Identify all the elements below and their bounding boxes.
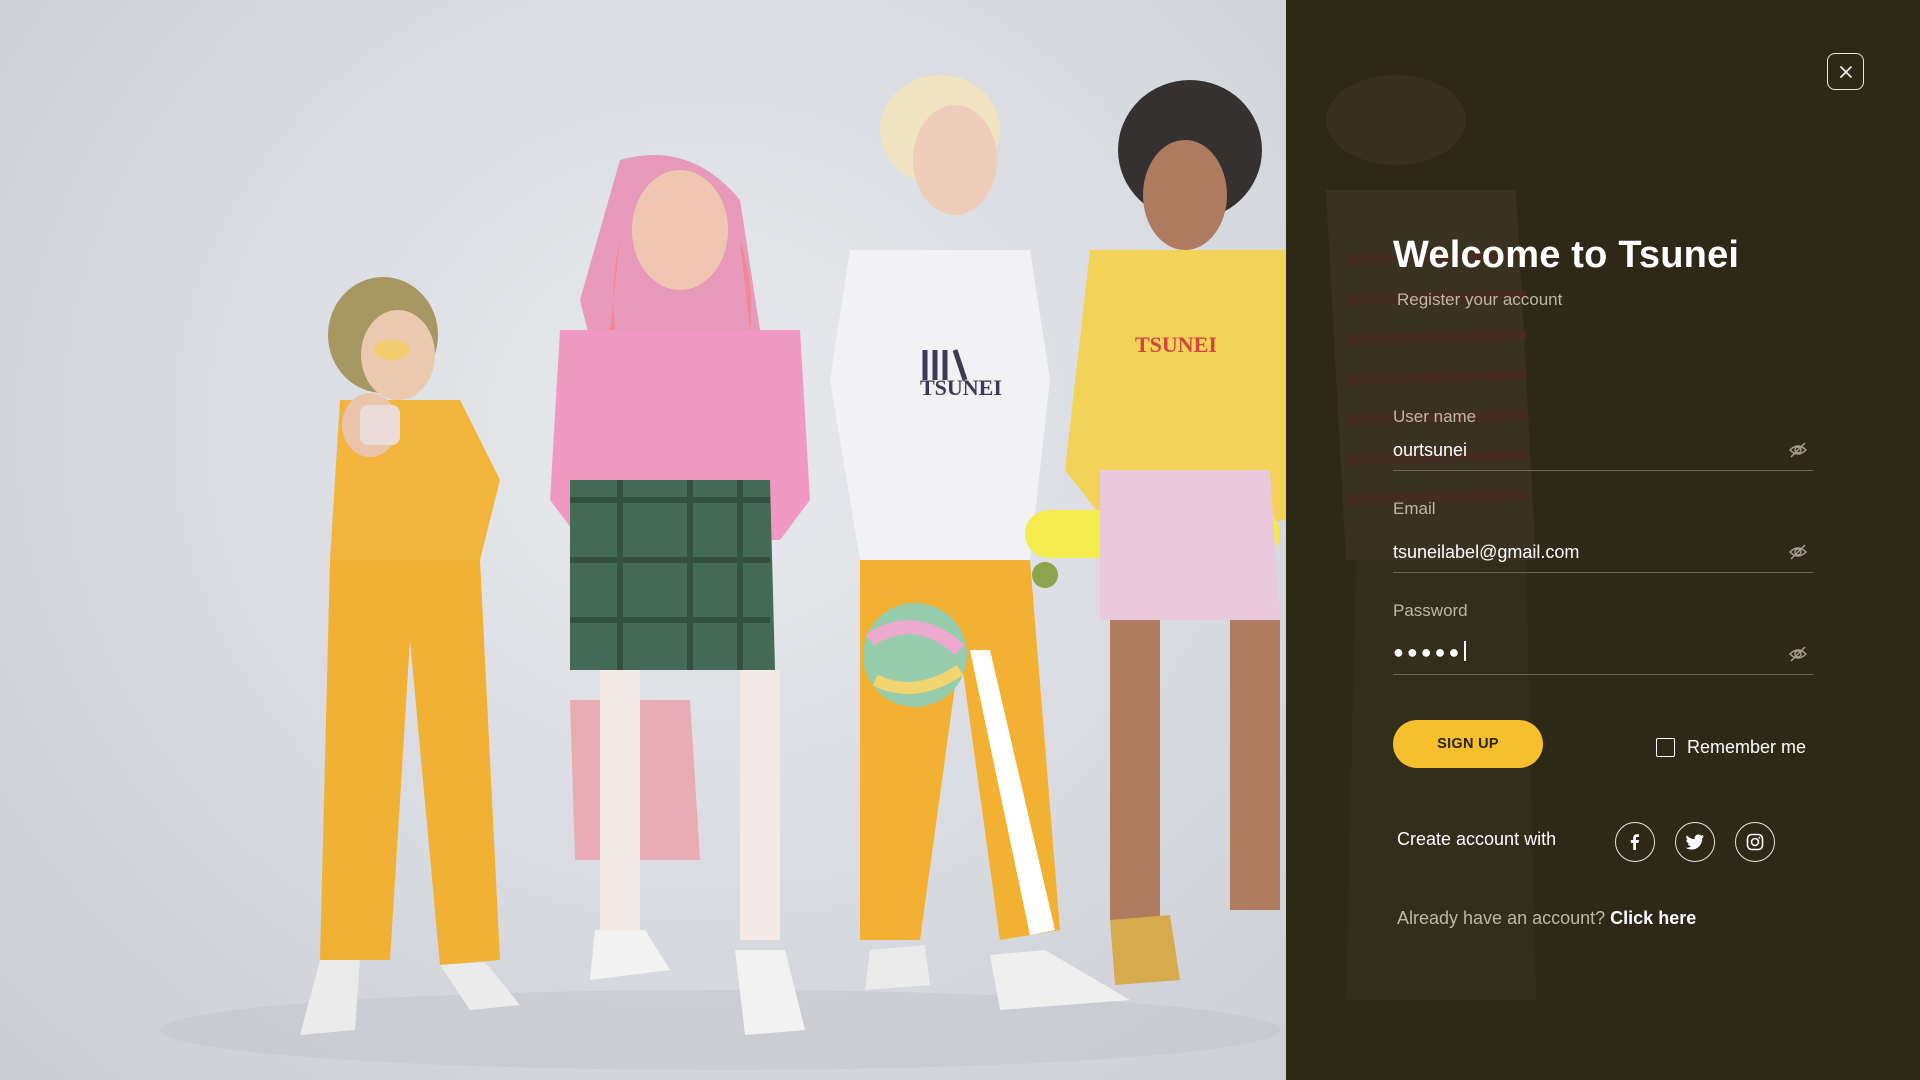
facebook-icon: [1630, 834, 1639, 850]
email-field: [1393, 533, 1813, 573]
email-input[interactable]: [1393, 533, 1773, 571]
remember-me-label: Remember me: [1687, 737, 1807, 757]
login-prompt: Already have an account? Click here: [1397, 908, 1696, 929]
text-caret: [1464, 641, 1466, 661]
page-title: Welcome to Tsunei: [1393, 234, 1740, 276]
signup-button[interactable]: SIGN UP: [1393, 720, 1543, 768]
username-label: User name: [1393, 407, 1477, 426]
signup-page: TSUNEI TSUNEI Welcome to Tsunei Register…: [0, 0, 1920, 1080]
eye-off-icon[interactable]: [1787, 541, 1809, 563]
password-field[interactable]: ●●●●●: [1393, 635, 1813, 675]
username-field: [1393, 431, 1813, 471]
password-label: Password: [1393, 601, 1468, 620]
close-button[interactable]: [1827, 53, 1864, 90]
email-label: Email: [1393, 499, 1436, 518]
hero-illustration: TSUNEI TSUNEI: [0, 0, 1286, 1080]
twitter-button[interactable]: [1675, 822, 1715, 862]
hero-photo: TSUNEI TSUNEI: [0, 0, 1286, 1080]
password-value: ●●●●●: [1393, 641, 1466, 663]
social-signup-label: Create account with: [1397, 829, 1557, 849]
eye-off-icon[interactable]: [1787, 439, 1809, 461]
instagram-icon: [1746, 833, 1764, 851]
facebook-button[interactable]: [1615, 822, 1655, 862]
login-prompt-text: Already have an account?: [1397, 908, 1606, 928]
remember-me-checkbox[interactable]: [1656, 738, 1675, 757]
username-input[interactable]: [1393, 431, 1773, 469]
page-subtitle: Register your account: [1397, 290, 1563, 309]
remember-me-toggle[interactable]: Remember me: [1656, 737, 1806, 758]
twitter-icon: [1685, 834, 1704, 850]
eye-off-icon[interactable]: [1787, 643, 1809, 665]
login-link[interactable]: Click here: [1610, 908, 1696, 928]
close-icon: [1839, 65, 1852, 78]
instagram-button[interactable]: [1735, 822, 1775, 862]
